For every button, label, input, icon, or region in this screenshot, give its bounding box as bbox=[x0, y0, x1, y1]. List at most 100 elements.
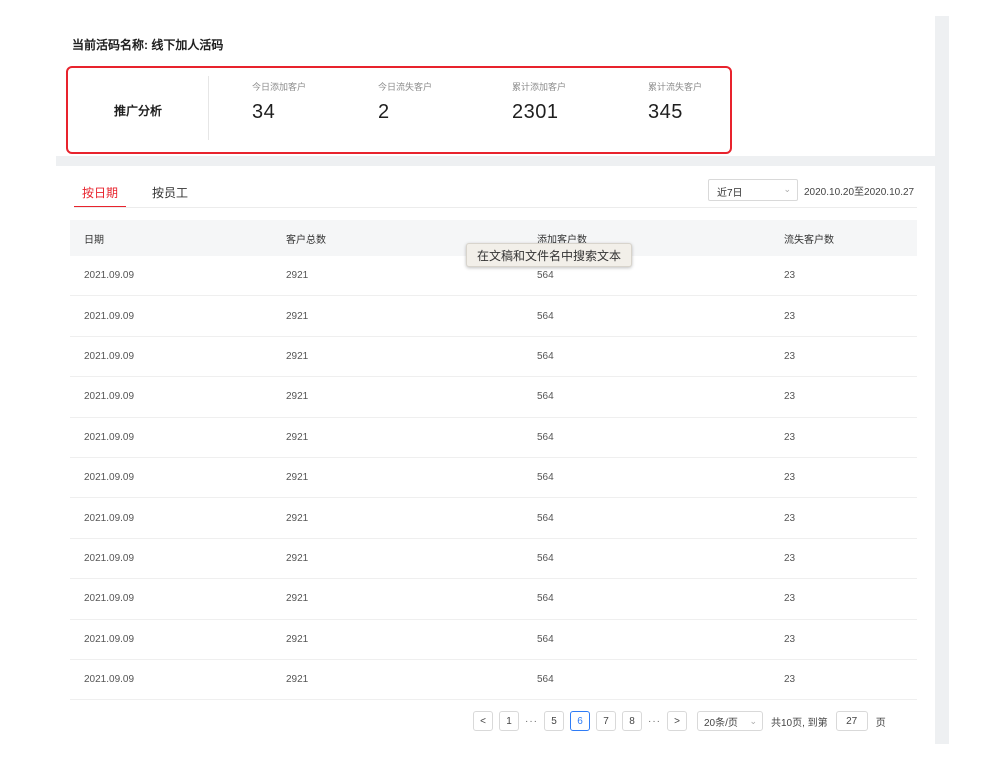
table-row: 2021.09.09 2921 564 23 bbox=[70, 498, 917, 539]
chevron-down-icon: ⌄ bbox=[783, 184, 791, 194]
next-page-button[interactable]: > bbox=[667, 711, 687, 731]
table-row: 2021.09.09 2921 564 23 bbox=[70, 660, 917, 701]
prev-page-button[interactable]: < bbox=[473, 711, 493, 731]
table-body: 2021.09.09 2921 564 23 2021.09.09 2921 564 23 … bbox=[70, 256, 917, 701]
chevron-down-icon: ⌄ bbox=[749, 715, 757, 726]
cell-total: 2921 bbox=[286, 674, 309, 686]
stat-label: 累计添加客户 bbox=[512, 82, 567, 92]
cell-total: 2921 bbox=[286, 472, 309, 484]
cell-total: 2921 bbox=[286, 593, 309, 605]
cell-lost: 23 bbox=[784, 633, 796, 645]
cell-date: 2021.09.09 bbox=[84, 633, 135, 645]
page-button[interactable]: 1 bbox=[499, 711, 519, 731]
cell-added: 564 bbox=[537, 310, 554, 322]
column-header-date: 日期 bbox=[84, 234, 104, 246]
page-size-value: 20条/页 bbox=[704, 717, 738, 729]
table-row: 2021.09.09 2921 564 23 bbox=[70, 418, 917, 458]
page-suffix: 页 bbox=[875, 717, 886, 729]
page-title: 当前活码名称: 线下加人活码 bbox=[72, 38, 224, 52]
page-size-select[interactable]: 20条/页 ⌄ bbox=[697, 711, 763, 731]
cell-lost: 23 bbox=[784, 310, 796, 322]
cell-date: 2021.09.09 bbox=[84, 472, 135, 484]
cell-date: 2021.09.09 bbox=[84, 391, 135, 403]
period-select-value: 近7日 bbox=[717, 188, 743, 199]
cell-lost: 23 bbox=[784, 391, 796, 403]
cell-added: 564 bbox=[537, 270, 554, 282]
cell-total: 2921 bbox=[286, 391, 309, 403]
date-range: 2020.10.20至2020.10.27 bbox=[804, 187, 915, 198]
cell-added: 564 bbox=[537, 512, 554, 524]
page-jump-input[interactable] bbox=[835, 711, 868, 731]
cell-date: 2021.09.09 bbox=[84, 674, 135, 686]
stat-today-lost: 今日流失客户 2 bbox=[378, 80, 432, 124]
cell-added: 564 bbox=[537, 472, 554, 484]
stats-panel: 推广分析 今日添加客户 34 今日流失客户 2 累计添加客户 2301 累计流失… bbox=[66, 66, 732, 154]
cell-total: 2921 bbox=[286, 512, 309, 524]
cell-lost: 23 bbox=[784, 431, 796, 443]
cell-lost: 23 bbox=[784, 270, 796, 282]
cell-added: 564 bbox=[537, 674, 554, 686]
cell-added: 564 bbox=[537, 593, 554, 605]
cell-total: 2921 bbox=[286, 431, 309, 443]
cell-date: 2021.09.09 bbox=[84, 270, 135, 282]
stat-label: 累计流失客户 bbox=[648, 82, 703, 92]
period-select[interactable]: 近7日 ⌄ bbox=[708, 179, 798, 201]
cell-lost: 23 bbox=[784, 552, 796, 564]
stat-label: 今日流失客户 bbox=[378, 82, 433, 92]
stat-value: 34 bbox=[252, 101, 276, 123]
stat-total-lost: 累计流失客户 345 bbox=[648, 80, 702, 124]
table-row: 2021.09.09 2921 564 23 bbox=[70, 579, 917, 620]
stat-value: 2 bbox=[378, 101, 390, 123]
cell-date: 2021.09.09 bbox=[84, 310, 135, 322]
scrollbar-track[interactable] bbox=[935, 16, 949, 744]
stat-today-added: 今日添加客户 34 bbox=[252, 80, 306, 124]
stat-total-added: 累计添加客户 2301 bbox=[512, 80, 566, 124]
app-root: 当前活码名称: 线下加人活码 推广分析 今日添加客户 34 今日流失客户 2 累… bbox=[0, 0, 1000, 773]
page-ellipsis[interactable]: ··· bbox=[525, 716, 538, 727]
cell-added: 564 bbox=[537, 391, 554, 403]
table-row: 2021.09.09 2921 564 23 bbox=[70, 539, 917, 580]
cell-total: 2921 bbox=[286, 310, 309, 322]
table-row: 2021.09.09 2921 564 23 bbox=[70, 296, 917, 337]
cell-added: 564 bbox=[537, 350, 554, 362]
tabs-underline bbox=[74, 207, 917, 208]
stats-divider bbox=[208, 76, 209, 140]
stat-value: 345 bbox=[648, 101, 683, 123]
page-button-current[interactable]: 6 bbox=[570, 711, 590, 731]
cell-total: 2921 bbox=[286, 552, 309, 564]
cell-total: 2921 bbox=[286, 270, 309, 282]
table-row: 2021.09.09 2921 564 23 bbox=[70, 337, 917, 378]
page-ellipsis[interactable]: ··· bbox=[648, 716, 661, 727]
cell-lost: 23 bbox=[784, 674, 796, 686]
cell-lost: 23 bbox=[784, 472, 796, 484]
search-tooltip: 在文稿和文件名中搜索文本 bbox=[466, 243, 633, 267]
stat-label: 今日添加客户 bbox=[252, 82, 307, 92]
data-table: 日期 客户总数 添加客户数 流失客户数 2021.09.09 2921 564 23 … bbox=[70, 220, 917, 701]
summary-card: 当前活码名称: 线下加人活码 推广分析 今日添加客户 34 今日流失客户 2 累… bbox=[56, 16, 935, 156]
tab-by-date[interactable]: 按日期 bbox=[74, 180, 127, 208]
cell-date: 2021.09.09 bbox=[84, 512, 135, 524]
table-row: 2021.09.09 2921 564 23 bbox=[70, 377, 917, 418]
cell-total: 2921 bbox=[286, 350, 309, 362]
cell-date: 2021.09.09 bbox=[84, 431, 135, 443]
cell-date: 2021.09.09 bbox=[84, 593, 135, 605]
table-row: 2021.09.09 2921 564 23 bbox=[70, 458, 917, 499]
cell-lost: 23 bbox=[784, 593, 796, 605]
page-button[interactable]: 7 bbox=[596, 711, 616, 731]
stat-value: 2301 bbox=[512, 101, 559, 123]
cell-added: 564 bbox=[537, 431, 554, 443]
cell-lost: 23 bbox=[784, 512, 796, 524]
view-tabs: 按日期 按员工 bbox=[74, 180, 214, 208]
page-button[interactable]: 8 bbox=[622, 711, 642, 731]
section-gap bbox=[56, 156, 935, 166]
cell-date: 2021.09.09 bbox=[84, 552, 135, 564]
cell-added: 564 bbox=[537, 552, 554, 564]
tab-by-employee[interactable]: 按员工 bbox=[144, 180, 196, 208]
stats-section-label: 推广分析 bbox=[113, 103, 162, 118]
page-button[interactable]: 5 bbox=[544, 711, 564, 731]
cell-added: 564 bbox=[537, 633, 554, 645]
pagination: < 1 ··· 5 6 7 8 ··· > 20条/页 ⌄ 共10页, 到第 页 bbox=[473, 711, 894, 731]
cell-lost: 23 bbox=[784, 350, 796, 362]
column-header-lost: 流失客户数 bbox=[784, 234, 834, 246]
cell-date: 2021.09.09 bbox=[84, 350, 135, 362]
